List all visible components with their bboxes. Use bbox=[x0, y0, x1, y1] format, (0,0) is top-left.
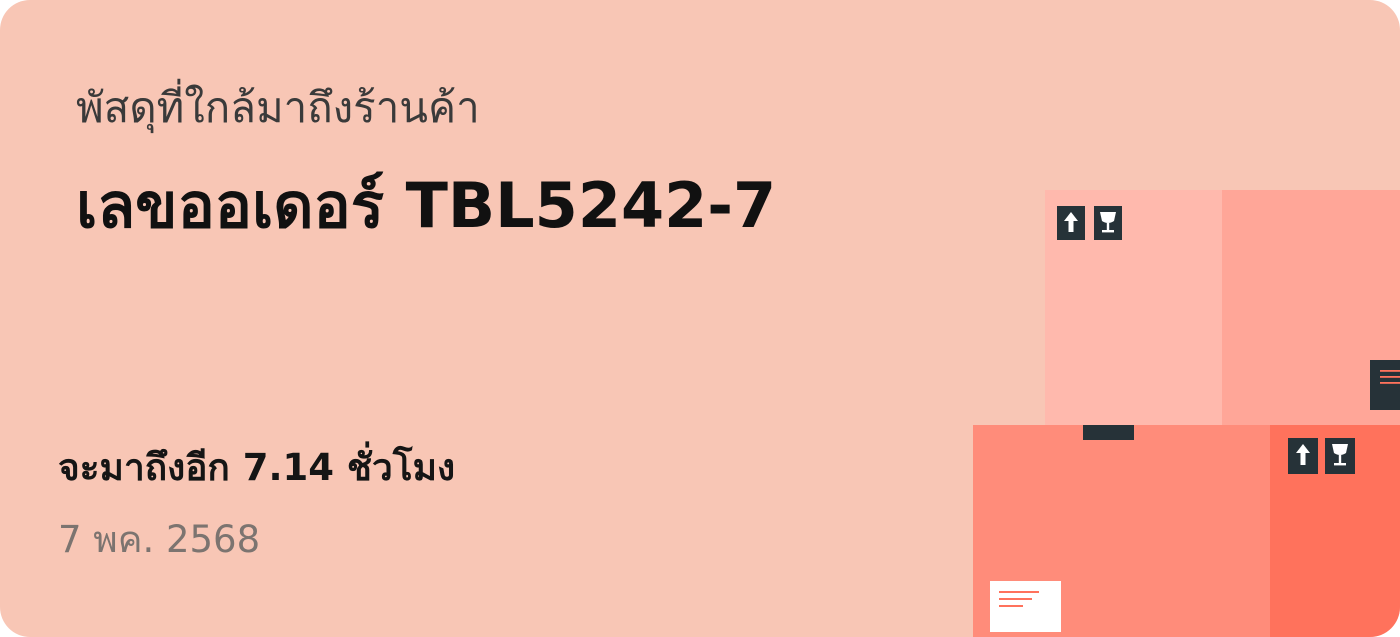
upper-box bbox=[1045, 190, 1400, 426]
shipping-label-side bbox=[1370, 360, 1400, 410]
this-way-up-icon bbox=[1288, 438, 1318, 474]
address-label bbox=[990, 581, 1061, 632]
this-way-up-icon bbox=[1057, 206, 1085, 240]
boxes-illustration bbox=[973, 190, 1400, 637]
lower-box bbox=[973, 425, 1400, 637]
fragile-glass-icon bbox=[1094, 206, 1122, 240]
parcel-card[interactable]: พัสดุที่ใกล้มาถึงร้านค้า เลขออเดอร์ TBL5… bbox=[0, 0, 1400, 637]
fragile-glass-icon bbox=[1325, 438, 1355, 474]
box-tape bbox=[1083, 425, 1134, 440]
